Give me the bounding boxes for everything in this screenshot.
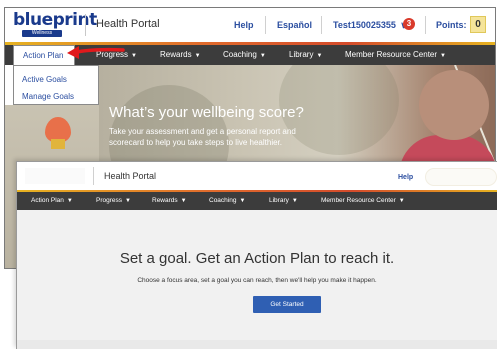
dropdown-item-active-goals[interactable]: Active Goals xyxy=(22,75,67,84)
portal-window-front: Health Portal Help Action Plan ▼ Progress… xyxy=(16,161,497,349)
nav-progress[interactable]: Progress ▼ xyxy=(96,192,131,210)
blueprint-logo[interactable]: blueprint Wellness xyxy=(13,11,97,39)
espanol-link[interactable]: Español xyxy=(277,20,312,30)
chevron-down-icon: ▼ xyxy=(125,198,131,204)
nav-rewards[interactable]: Rewards ▼ xyxy=(152,192,187,210)
portal-title: Health Portal xyxy=(104,171,157,181)
user-menu[interactable]: Test150025355 ∨ xyxy=(333,20,407,31)
nav-label: Member Resource Center xyxy=(345,50,438,59)
logo-placeholder xyxy=(25,168,85,184)
hero-title: What’s your wellbeing score? xyxy=(109,104,304,121)
nav-label: Coaching xyxy=(223,50,257,59)
chevron-down-icon: ▼ xyxy=(291,198,298,204)
chevron-down-icon: ▼ xyxy=(66,198,73,204)
balloon-basket-icon xyxy=(51,139,65,149)
nav-library[interactable]: Library ▼ xyxy=(269,192,298,210)
user-name: Test150025355 xyxy=(333,20,396,30)
top-header: blueprint Wellness Health Portal Help Es… xyxy=(5,8,495,42)
action-plan-intro: Set a goal. Get an Action Plan to reach … xyxy=(17,210,497,349)
nav-label: Library xyxy=(289,50,314,59)
help-link[interactable]: Help xyxy=(398,174,413,181)
nav-label: Library xyxy=(269,197,289,204)
nav-label: Progress xyxy=(96,197,123,204)
points-value[interactable]: 0 xyxy=(470,16,486,33)
main-nav: Action Plan ▼ Progress ▼ Rewards ▼ Coaching… xyxy=(17,192,497,210)
red-arrow-icon xyxy=(67,46,125,59)
nav-label: Rewards xyxy=(160,50,192,59)
chevron-down-icon: ▼ xyxy=(194,53,201,59)
header-divider xyxy=(85,14,86,36)
get-started-button[interactable]: Get Started xyxy=(253,296,321,313)
hero-subtitle: Take your assessment and get a personal … xyxy=(109,127,296,136)
points-label: Points: xyxy=(436,20,467,30)
nav-library[interactable]: Library ▼ xyxy=(289,45,322,65)
nav-label: Member Resource Center xyxy=(321,197,396,204)
header-separator xyxy=(425,16,426,34)
nav-coaching[interactable]: Coaching ▼ xyxy=(209,192,245,210)
nav-label: Action Plan xyxy=(23,51,64,60)
nav-member-resource-center[interactable]: Member Resource Center ▼ xyxy=(321,192,405,210)
action-plan-dropdown: Active Goals Manage Goals xyxy=(13,65,99,105)
top-header: Health Portal Help xyxy=(17,162,497,190)
nav-rewards[interactable]: Rewards ▼ xyxy=(160,45,201,65)
chevron-down-icon: ▼ xyxy=(398,198,405,204)
chevron-down-icon: ▼ xyxy=(259,53,266,59)
nav-label: Action Plan xyxy=(31,197,64,204)
hero-subtitle: scorecard to help you take steps to live… xyxy=(109,138,282,147)
chevron-down-icon: ▼ xyxy=(131,53,137,59)
chevron-down-icon: ▼ xyxy=(180,198,187,204)
logo-subtitle: Wellness xyxy=(22,30,62,37)
chevron-down-icon: ▼ xyxy=(440,53,446,59)
nav-member-resource-center[interactable]: Member Resource Center ▼ xyxy=(345,45,446,65)
chevron-down-icon: ▼ xyxy=(316,53,323,59)
header-separator xyxy=(265,16,266,34)
header-separator xyxy=(321,16,322,34)
help-link[interactable]: Help xyxy=(234,20,254,30)
nav-label: Coaching xyxy=(209,197,237,204)
page-heading: Set a goal. Get an Action Plan to reach … xyxy=(119,250,395,267)
screenshot-composite: blueprint Wellness Health Portal Help Es… xyxy=(0,0,497,349)
portal-title: Health Portal xyxy=(96,18,160,30)
header-faded-area xyxy=(425,168,497,186)
chevron-down-icon: ▼ xyxy=(239,198,246,204)
nav-coaching[interactable]: Coaching ▼ xyxy=(223,45,266,65)
notification-badge[interactable]: 3 xyxy=(403,18,415,30)
dropdown-item-manage-goals[interactable]: Manage Goals xyxy=(22,92,74,101)
nav-label: Rewards xyxy=(152,197,178,204)
hero-person-head xyxy=(419,70,489,140)
section-divider xyxy=(17,340,497,349)
page-description: Choose a focus area, set a goal you can … xyxy=(137,277,377,284)
header-divider xyxy=(93,167,94,185)
nav-action-plan[interactable]: Action Plan ▼ xyxy=(31,192,73,210)
